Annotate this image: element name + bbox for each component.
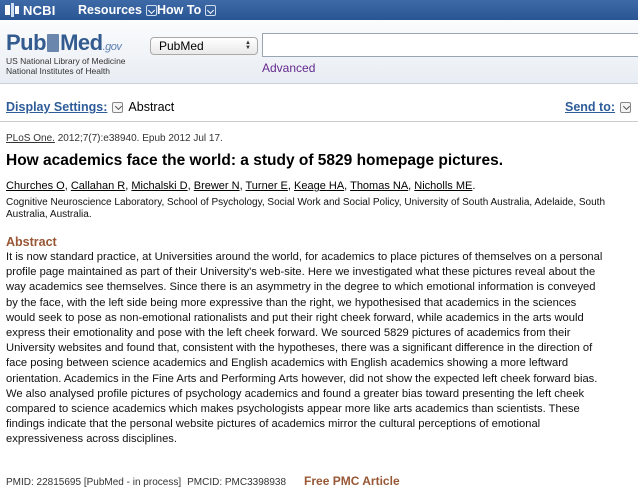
author-link[interactable]: Michalski D [131, 180, 187, 192]
abstract-line: University websites and found that, cons… [6, 342, 593, 355]
author-link[interactable]: Keage HA [294, 180, 344, 192]
chevron-down-icon[interactable] [620, 101, 631, 113]
send-to-link[interactable]: Send to: [565, 100, 615, 114]
divider [0, 121, 638, 122]
abstract-line: orientation. Academics in the Fine Arts … [6, 372, 598, 385]
book-icon [47, 34, 60, 52]
pmcid: PMCID: PMC3398938 [187, 477, 287, 488]
author-link[interactable]: Nicholls ME [414, 180, 472, 192]
author-list: Churches O, Callahan R, Michalski D, Bre… [6, 180, 476, 192]
citation: PLoS One. 2012;7(7):e38940. Epub 2012 Ju… [6, 133, 223, 144]
abstract-line: findings indicate that the personal webs… [6, 418, 541, 431]
nlm-line-2: National Institutes of Health [6, 66, 110, 76]
pmid: PMID: 22815695 [PubMed - in process] [6, 477, 182, 488]
search-input[interactable] [262, 33, 638, 57]
logo-pub: Pub [6, 30, 47, 55]
select-arrows-icon: ▲ ▼ [245, 40, 251, 51]
database-select-value: PubMed [159, 39, 204, 53]
advanced-search-link[interactable]: Advanced [262, 61, 315, 75]
display-settings-link[interactable]: Display Settings: [6, 100, 107, 114]
abstract-line: We also analysed profile pictures of psy… [6, 387, 585, 400]
abstract-line: profile page maintained as part of their… [6, 266, 596, 279]
chevron-down-icon [205, 4, 217, 16]
nlm-line-1: US National Library of Medicine [6, 56, 126, 66]
abstract-line: would seek to pose as non-emotional rati… [6, 311, 584, 324]
abstract-line: compared to science academics which make… [6, 403, 580, 416]
author-link[interactable]: Brewer N [194, 180, 240, 192]
ncbi-top-bar: NCBI Resources How To [0, 0, 638, 20]
author-link[interactable]: Churches O [6, 180, 65, 192]
ncbi-logo-icon [5, 3, 19, 17]
chevron-down-icon [145, 4, 157, 16]
resources-menu-label: Resources [78, 3, 142, 17]
chevron-down-icon[interactable] [112, 101, 124, 113]
citation-details: 2012;7(7):e38940. Epub 2012 Jul 17. [54, 133, 223, 144]
send-to: Send to: [565, 100, 636, 114]
free-pmc-article-link[interactable]: Free PMC Article [304, 474, 400, 488]
affiliation: Cognitive Neuroscience Laboratory, Schoo… [6, 197, 606, 220]
resources-menu[interactable]: Resources [78, 3, 157, 17]
abstract-text: It is now standard practice, at Universi… [6, 250, 632, 448]
abstract-line: express their emotionality and pose with… [6, 327, 571, 340]
abstract-line: It is now standard practice, at Universi… [6, 251, 603, 263]
journal-link[interactable]: PLoS One. [6, 133, 55, 144]
pubmed-logo[interactable]: Pub Med.gov [6, 30, 122, 56]
nlm-text: US National Library of Medicine National… [6, 56, 126, 76]
display-mode: Abstract [128, 100, 175, 114]
author-link[interactable]: Thomas NA [350, 180, 408, 192]
article-title: How academics face the world: a study of… [6, 152, 504, 169]
how-to-menu-label: How To [157, 3, 202, 17]
how-to-menu[interactable]: How To [157, 3, 217, 17]
ncbi-brand: NCBI [23, 2, 56, 18]
author-link[interactable]: Turner E [246, 180, 288, 192]
abstract-line: expressiveness across disciplines. [6, 433, 177, 446]
ncbi-home-link[interactable]: NCBI [4, 2, 56, 18]
abstract-line: way academics see themselves. Since ther… [6, 281, 596, 294]
logo-gov: .gov [102, 41, 122, 53]
author-link[interactable]: Callahan R [71, 180, 125, 192]
abstract-line: by the face, with the left side being mo… [6, 296, 577, 309]
abstract-line: face posing between science academics an… [6, 357, 569, 370]
abstract-heading: Abstract [6, 235, 57, 249]
article-ids: PMID: 22815695 [PubMed - in process] PMC… [6, 474, 400, 488]
database-select[interactable]: PubMed ▲ ▼ [150, 37, 258, 55]
display-settings: Display Settings: Abstract [6, 100, 174, 114]
logo-med: Med [60, 30, 103, 55]
